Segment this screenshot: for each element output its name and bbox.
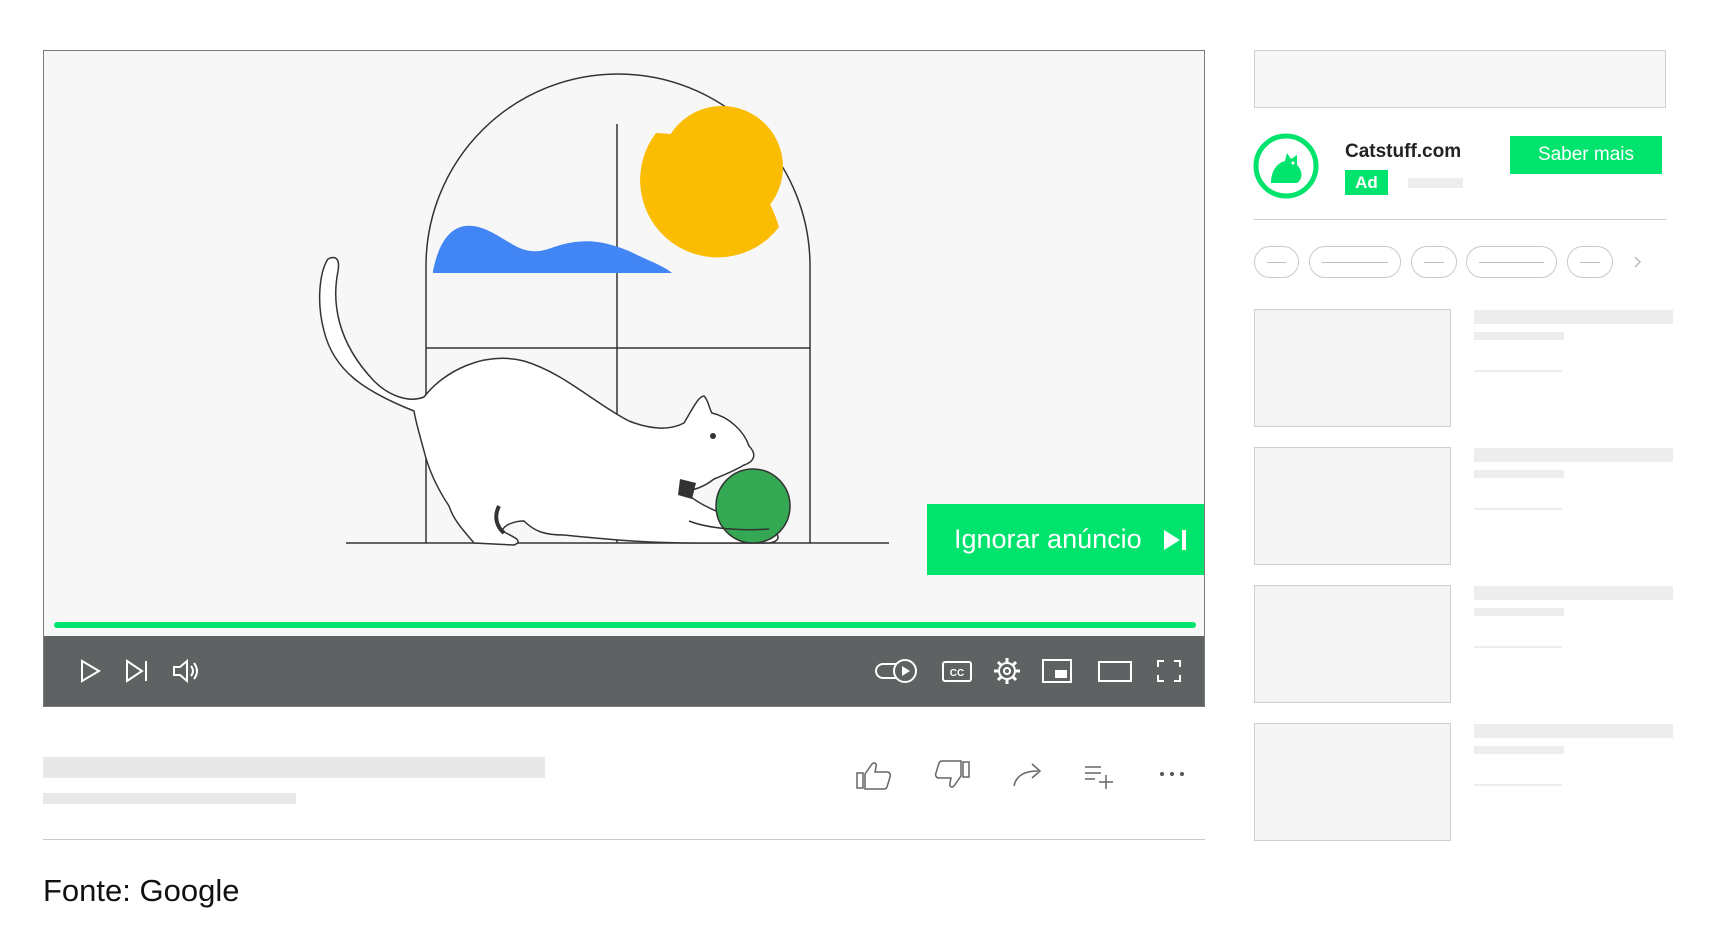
recommended-video-thumbnail[interactable] [1254,723,1451,841]
save-to-playlist-button[interactable] [1081,758,1121,792]
chevron-right-icon[interactable] [1630,254,1646,270]
ad-progress-bar[interactable] [54,622,1196,628]
recommended-meta-placeholder [1474,608,1564,616]
skip-ad-button[interactable]: Ignorar anúncio [927,504,1204,575]
recommended-video-thumbnail[interactable] [1254,447,1451,565]
recommended-meta-placeholder [1474,332,1564,340]
dislike-button[interactable] [932,758,972,792]
skip-next-icon [1163,529,1186,550]
more-button[interactable] [1152,758,1192,792]
recommended-meta-placeholder [1474,784,1562,786]
recommended-title-placeholder [1474,724,1673,738]
filter-chip[interactable] [1411,246,1457,278]
dislike-icon [934,760,970,788]
gear-icon [994,658,1020,684]
recommended-video-thumbnail[interactable] [1254,309,1451,427]
video-title-placeholder [43,757,545,778]
play-button[interactable] [72,654,106,688]
volume-button[interactable] [169,654,203,688]
recommended-meta-placeholder [1474,746,1564,754]
play-icon [81,659,101,683]
video-player[interactable]: Ignorar anúncio CC [43,50,1205,707]
companion-banner-placeholder [1254,50,1666,108]
ad-meta-placeholder [1408,178,1463,188]
cat-shape [318,256,779,546]
recommended-meta-placeholder [1474,470,1564,478]
advertiser-logo[interactable] [1253,133,1319,199]
divider [43,839,1205,840]
water-shape [433,225,672,273]
miniplayer-icon [1042,659,1072,683]
theater-mode-icon [1098,661,1132,682]
captions-icon: CC [942,661,972,682]
theater-mode-button[interactable] [1096,654,1134,688]
source-caption: Fonte: Google [43,873,240,908]
recommended-meta-placeholder [1474,508,1562,510]
recommended-video-thumbnail[interactable] [1254,585,1451,703]
next-button[interactable] [120,654,154,688]
recommended-meta-placeholder [1474,370,1562,372]
share-button[interactable] [1008,758,1048,792]
ad-badge: Ad [1345,170,1388,195]
save-playlist-icon [1085,766,1113,789]
like-icon [856,762,892,790]
player-control-bar: CC [44,636,1204,706]
recommended-title-placeholder [1474,310,1673,324]
video-meta-placeholder [43,793,296,804]
volume-icon [173,658,198,684]
skip-ad-label: Ignorar anúncio [954,524,1142,554]
learn-more-button[interactable]: Saber mais [1510,136,1662,174]
video-ad-frame[interactable]: Ignorar anúncio [44,51,1204,636]
fullscreen-button[interactable] [1152,654,1186,688]
filter-chip[interactable] [1254,246,1299,278]
sun-shape [661,106,783,228]
skip-next-icon [126,659,147,683]
yarn-ball-shape [715,468,791,544]
autoplay-toggle-icon [875,659,917,683]
divider [1254,219,1666,220]
filter-chip[interactable] [1567,246,1613,278]
more-icon [1160,772,1184,776]
svg-text:CC: CC [950,668,964,679]
captions-button[interactable]: CC [940,654,974,688]
recommended-meta-placeholder [1474,646,1562,648]
share-icon [1013,763,1042,787]
like-button[interactable] [854,758,894,792]
filter-chip[interactable] [1309,246,1401,278]
settings-button[interactable] [990,654,1024,688]
miniplayer-button[interactable] [1040,654,1074,688]
recommended-title-placeholder [1474,586,1673,600]
autoplay-toggle[interactable] [874,654,918,688]
filter-chip[interactable] [1466,246,1557,278]
advertiser-domain[interactable]: Catstuff.com [1345,141,1461,163]
fullscreen-icon [1157,660,1181,682]
recommended-title-placeholder [1474,448,1673,462]
